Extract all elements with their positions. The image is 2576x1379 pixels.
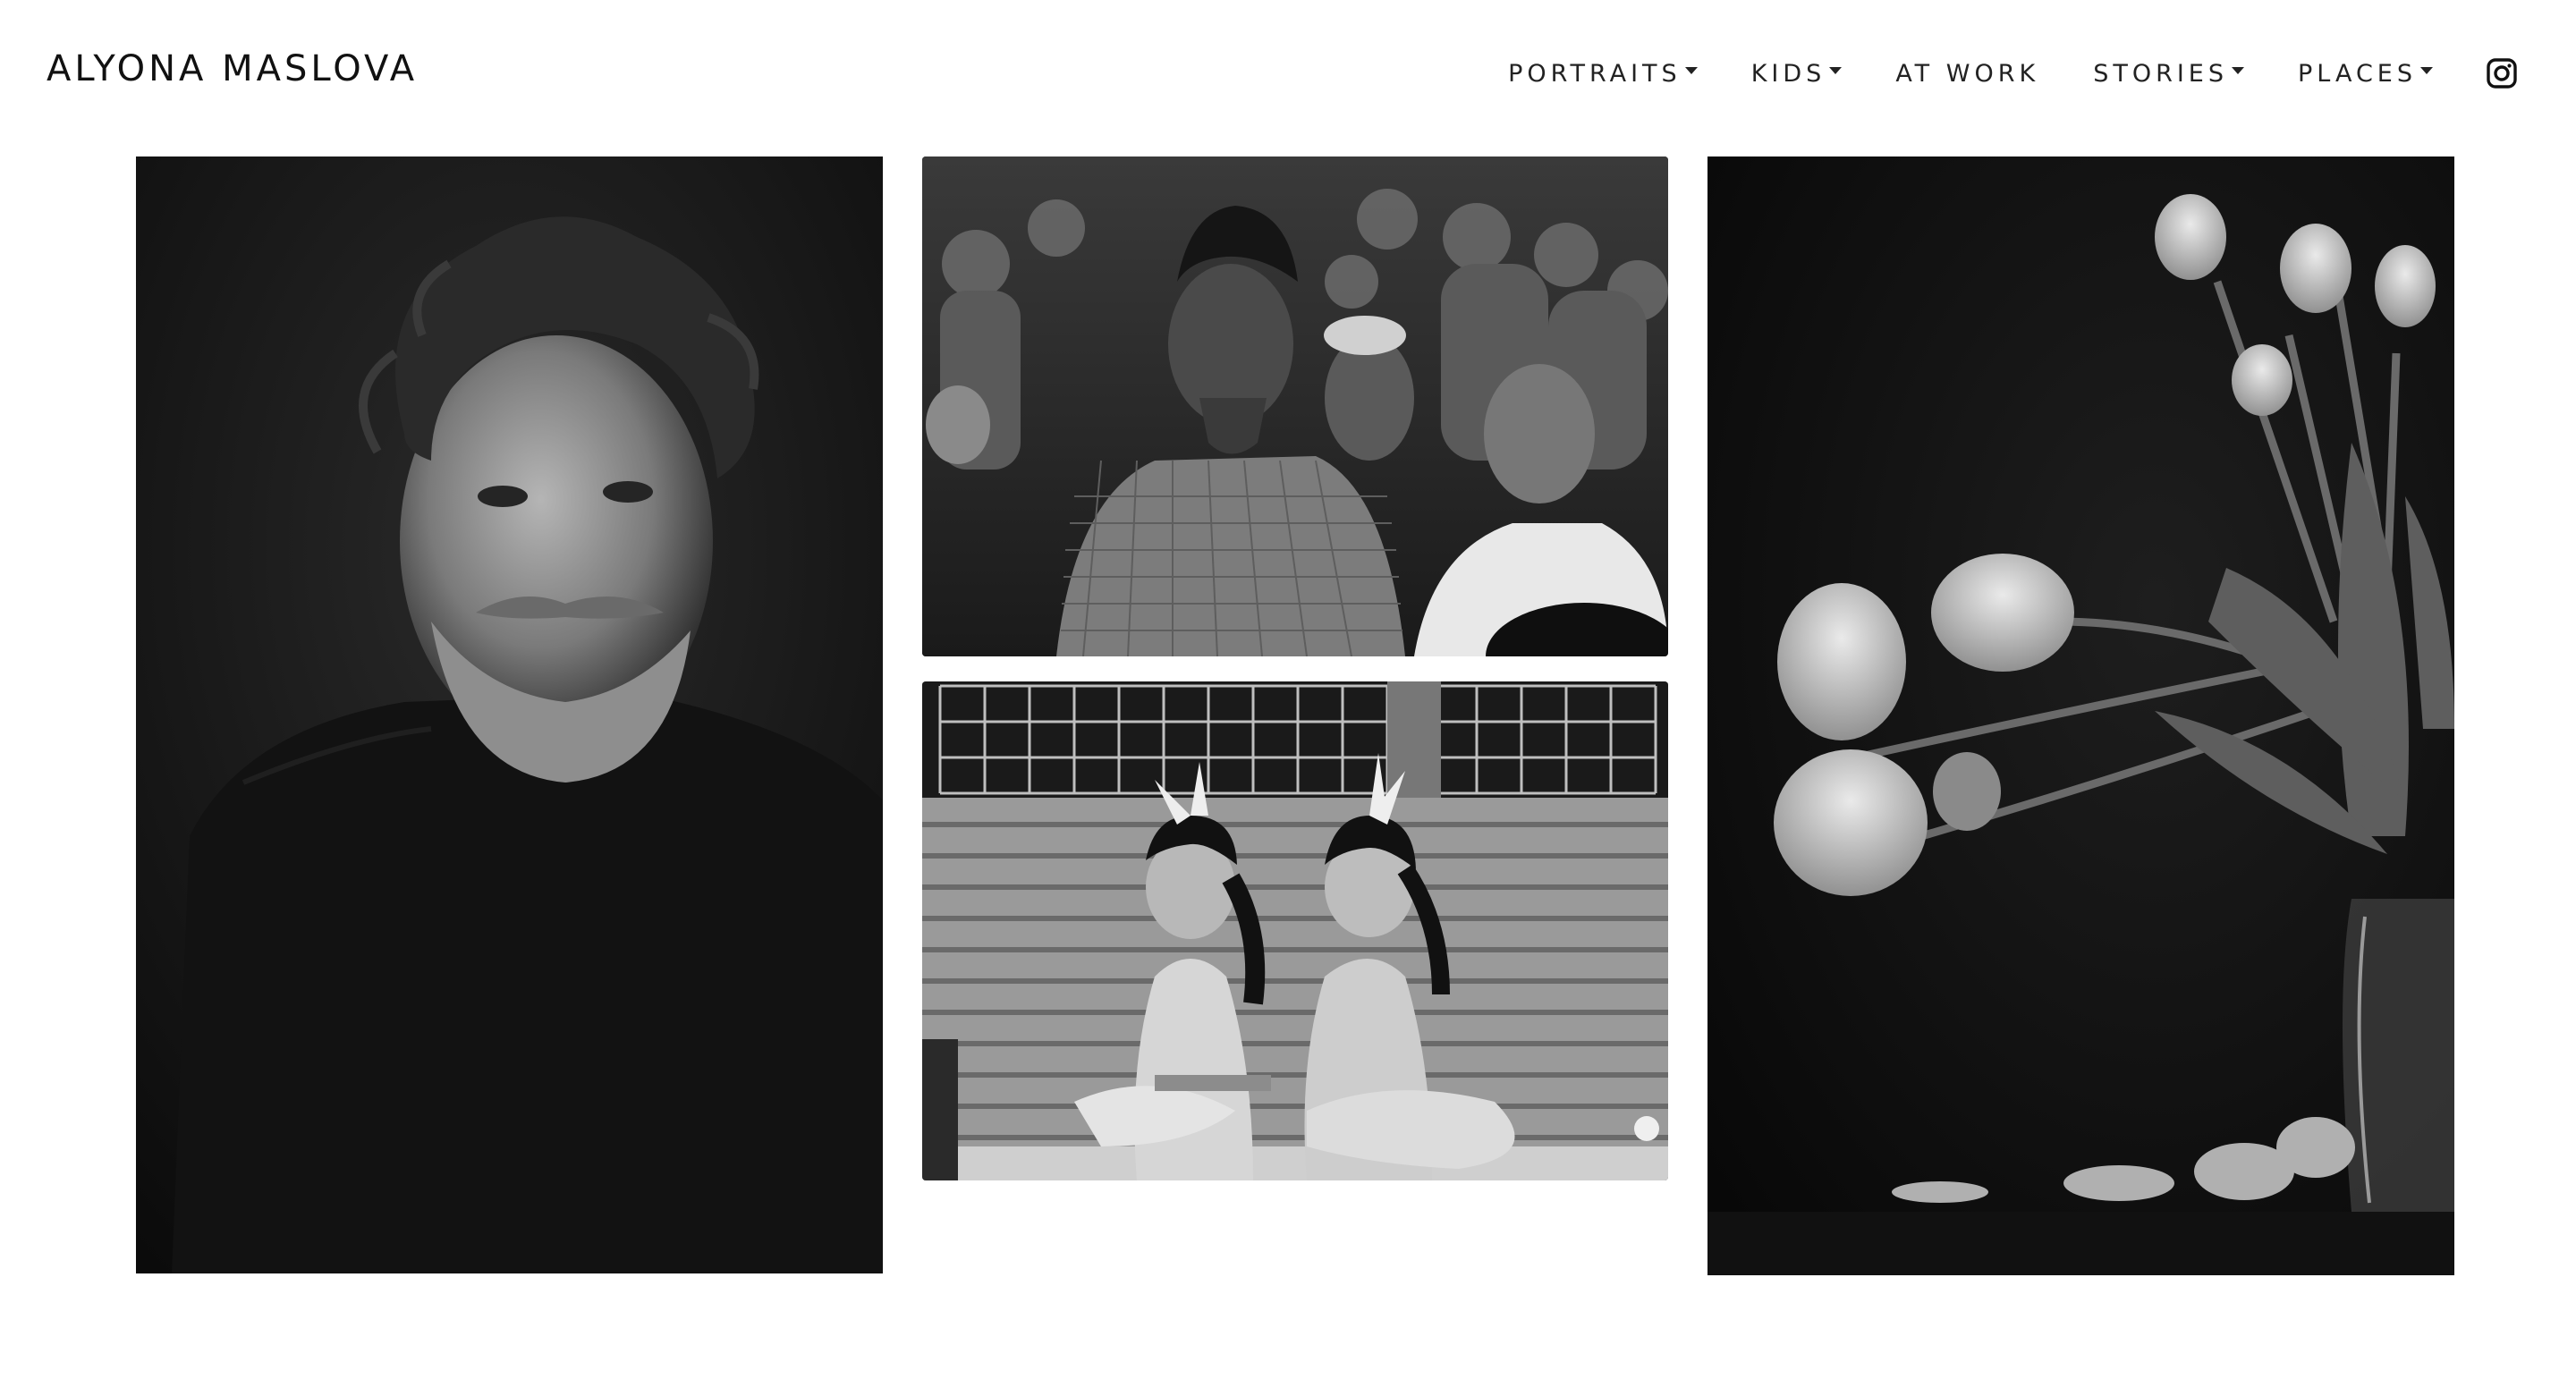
photo-crowd-street[interactable] [922, 157, 1668, 656]
photo-two-girls[interactable] [922, 681, 1668, 1180]
photo-tulips-still-life[interactable] [1707, 157, 2454, 1275]
photo-portrait-man[interactable] [136, 157, 883, 1273]
photo-gallery [0, 0, 2576, 1379]
